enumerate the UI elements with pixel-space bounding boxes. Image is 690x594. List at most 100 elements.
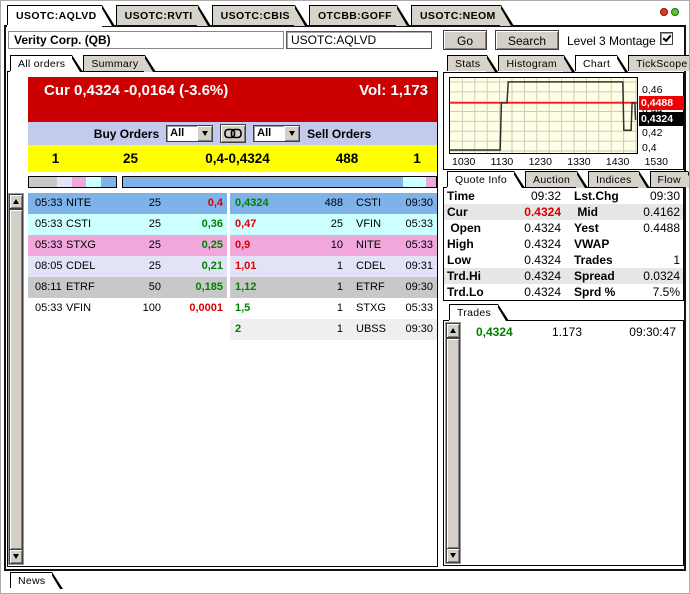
bid-size: 25 [122,151,139,166]
scrollbar-thumb[interactable] [9,209,23,550]
sell-order-row[interactable]: 0,4324 488 CSTI 09:30 [230,193,437,214]
tab-stats[interactable]: Stats [447,55,500,72]
buy-order-row[interactable]: 05:33 VFIN 100 0,0001 [28,298,227,319]
tab-histogram[interactable]: Histogram [498,55,575,72]
depth-segment [56,177,72,187]
search-button[interactable]: Search [495,30,559,50]
x-tick: 1430 [605,156,630,168]
tab-flow[interactable]: Flow [649,171,690,188]
sell-order-row[interactable]: 1,12 1 ETRF 09:30 [230,277,437,298]
qv: 0.4324 [524,237,561,251]
inside-quote-row: 1 25 0,4-0,4324 488 1 [28,145,437,172]
tab-usotc-neom[interactable]: USOTC:NEOM [410,5,514,26]
qv: 0.4324 [524,285,561,299]
depth-segment [403,177,427,187]
s-s: 488 [324,197,343,209]
c-s: 50 [148,281,161,293]
scrollbar-thumb[interactable] [446,338,460,549]
go-button[interactable]: Go [443,30,487,50]
news-tab-bar: News [10,572,65,589]
s-m: STXG [356,302,386,314]
c-m: ETRF [66,281,95,293]
tab-otcbb-goff[interactable]: OTCBB:GOFF [308,5,410,26]
tab-tickscope[interactable]: TickScope [628,55,690,71]
tab-chart[interactable]: Chart [574,55,629,72]
s-p: 1,01 [235,260,257,272]
tab-news[interactable]: News [10,572,65,589]
symbol-input[interactable]: USOTC:AQLVD [286,31,432,49]
s-t: 09:30 [405,281,433,293]
s-t: 09:30 [405,323,433,335]
buy-order-row[interactable]: 05:33 NITE 25 0,4 [28,193,227,214]
tab-quote-info[interactable]: Quote Info [447,171,526,188]
sell-filter-value: All [257,127,272,139]
c-m: STXG [66,239,96,251]
s-s: 1 [336,323,343,335]
sell-depth-bar [122,176,437,188]
scroll-down-icon[interactable] [446,548,460,563]
dropdown-arrow-icon[interactable] [284,126,300,141]
tab-indices[interactable]: Indices [588,171,651,188]
qv2: 7.5% [652,285,680,299]
sell-order-row[interactable]: 2 1 UBSS 09:30 [230,319,437,340]
ts: 1.173 [551,325,582,339]
quote-tab-bar: Quote Info Auction Indices Flow [447,171,690,188]
s-s: 1 [336,302,343,314]
intraday-chart-svg [450,78,637,153]
s-p: 0,47 [235,218,257,230]
s-p: 2 [235,323,242,335]
quote-info-row: Trd.Hi 0.4324 Spread 0.0324 [444,268,683,284]
tab-usotc-aqlvd[interactable]: USOTC:AQLVD [7,5,115,26]
buy-order-row[interactable]: 05:33 STXG 25 0,25 [28,235,227,256]
scroll-up-icon[interactable] [446,323,460,338]
qv2: 1 [673,253,680,267]
intraday-chart [449,77,638,154]
level3-montage-checkbox[interactable] [660,32,673,45]
link-filters-button[interactable] [220,124,247,143]
sell-order-row[interactable]: 0,9 10 NITE 05:33 [230,235,437,256]
c-p: 0,36 [201,218,223,230]
quote-info-row: Trd.Lo 0.4324 Sprd % 7.5% [444,284,683,300]
status-dot-green-icon [671,8,679,16]
quote-summary-banner: Cur 0,4324 -0,0164 (-3.6%) Vol: 1,173 [28,77,437,122]
dropdown-arrow-icon[interactable] [197,126,213,141]
y-tick: 0,46 [642,84,663,96]
sell-order-row[interactable]: 1,5 1 STXG 05:33 [230,298,437,319]
bid-mm-count: 1 [51,151,60,166]
current-price-text: Cur 0,4324 -0,0164 (-3.6%) [44,82,229,99]
tab-trades[interactable]: Trades [449,304,510,321]
c-t: 08:05 [35,260,63,272]
tab-usotc-cbis[interactable]: USOTC:CBIS [211,5,309,26]
symbol-tab-bar: USOTC:AQLVD USOTC:RVTI USOTC:CBIS OTCBB:GOF… [7,5,515,26]
s-s: 10 [330,239,343,251]
tab-usotc-rvti[interactable]: USOTC:RVTI [115,5,211,26]
c-s: 25 [148,239,161,251]
c-t: 05:33 [35,197,63,209]
buy-order-row[interactable]: 05:33 CSTI 25 0,36 [28,214,227,235]
qv: 0.4324 [524,205,561,219]
sell-order-row[interactable]: 1,01 1 CDEL 09:31 [230,256,437,277]
scroll-down-icon[interactable] [9,549,23,564]
qv2: 09:30 [649,189,680,203]
buy-filter-dropdown[interactable]: All [166,125,214,142]
sell-filter-dropdown[interactable]: All [253,125,301,142]
c-p: 0,185 [195,281,223,293]
buy-order-row[interactable]: 08:05 CDEL 25 0,21 [28,256,227,277]
tab-all-orders[interactable]: All orders [10,55,84,72]
quote-info-row: High 0.4324 VWAP [444,236,683,252]
trade-row[interactable]: 0,4324 1.173 09:30:47 [462,324,681,341]
s-s: 1 [336,260,343,272]
level3-montage-label: Level 3 Montage [567,34,656,48]
tab-summary[interactable]: Summary [83,55,157,72]
c-p: 0,4 [207,197,223,209]
scroll-up-icon[interactable] [9,194,23,209]
c-t: 05:33 [35,239,63,251]
tab-auction[interactable]: Auction [525,171,589,188]
trades-scrollbar[interactable] [445,322,461,564]
montage-scrollbar[interactable] [8,193,24,565]
sell-order-row[interactable]: 0,47 25 VFIN 05:33 [230,214,437,235]
buy-order-row[interactable]: 08:11 ETRF 50 0,185 [28,277,227,298]
ask-size: 488 [335,151,359,166]
s-p: 1,12 [235,281,257,293]
x-tick: 1330 [567,156,591,168]
